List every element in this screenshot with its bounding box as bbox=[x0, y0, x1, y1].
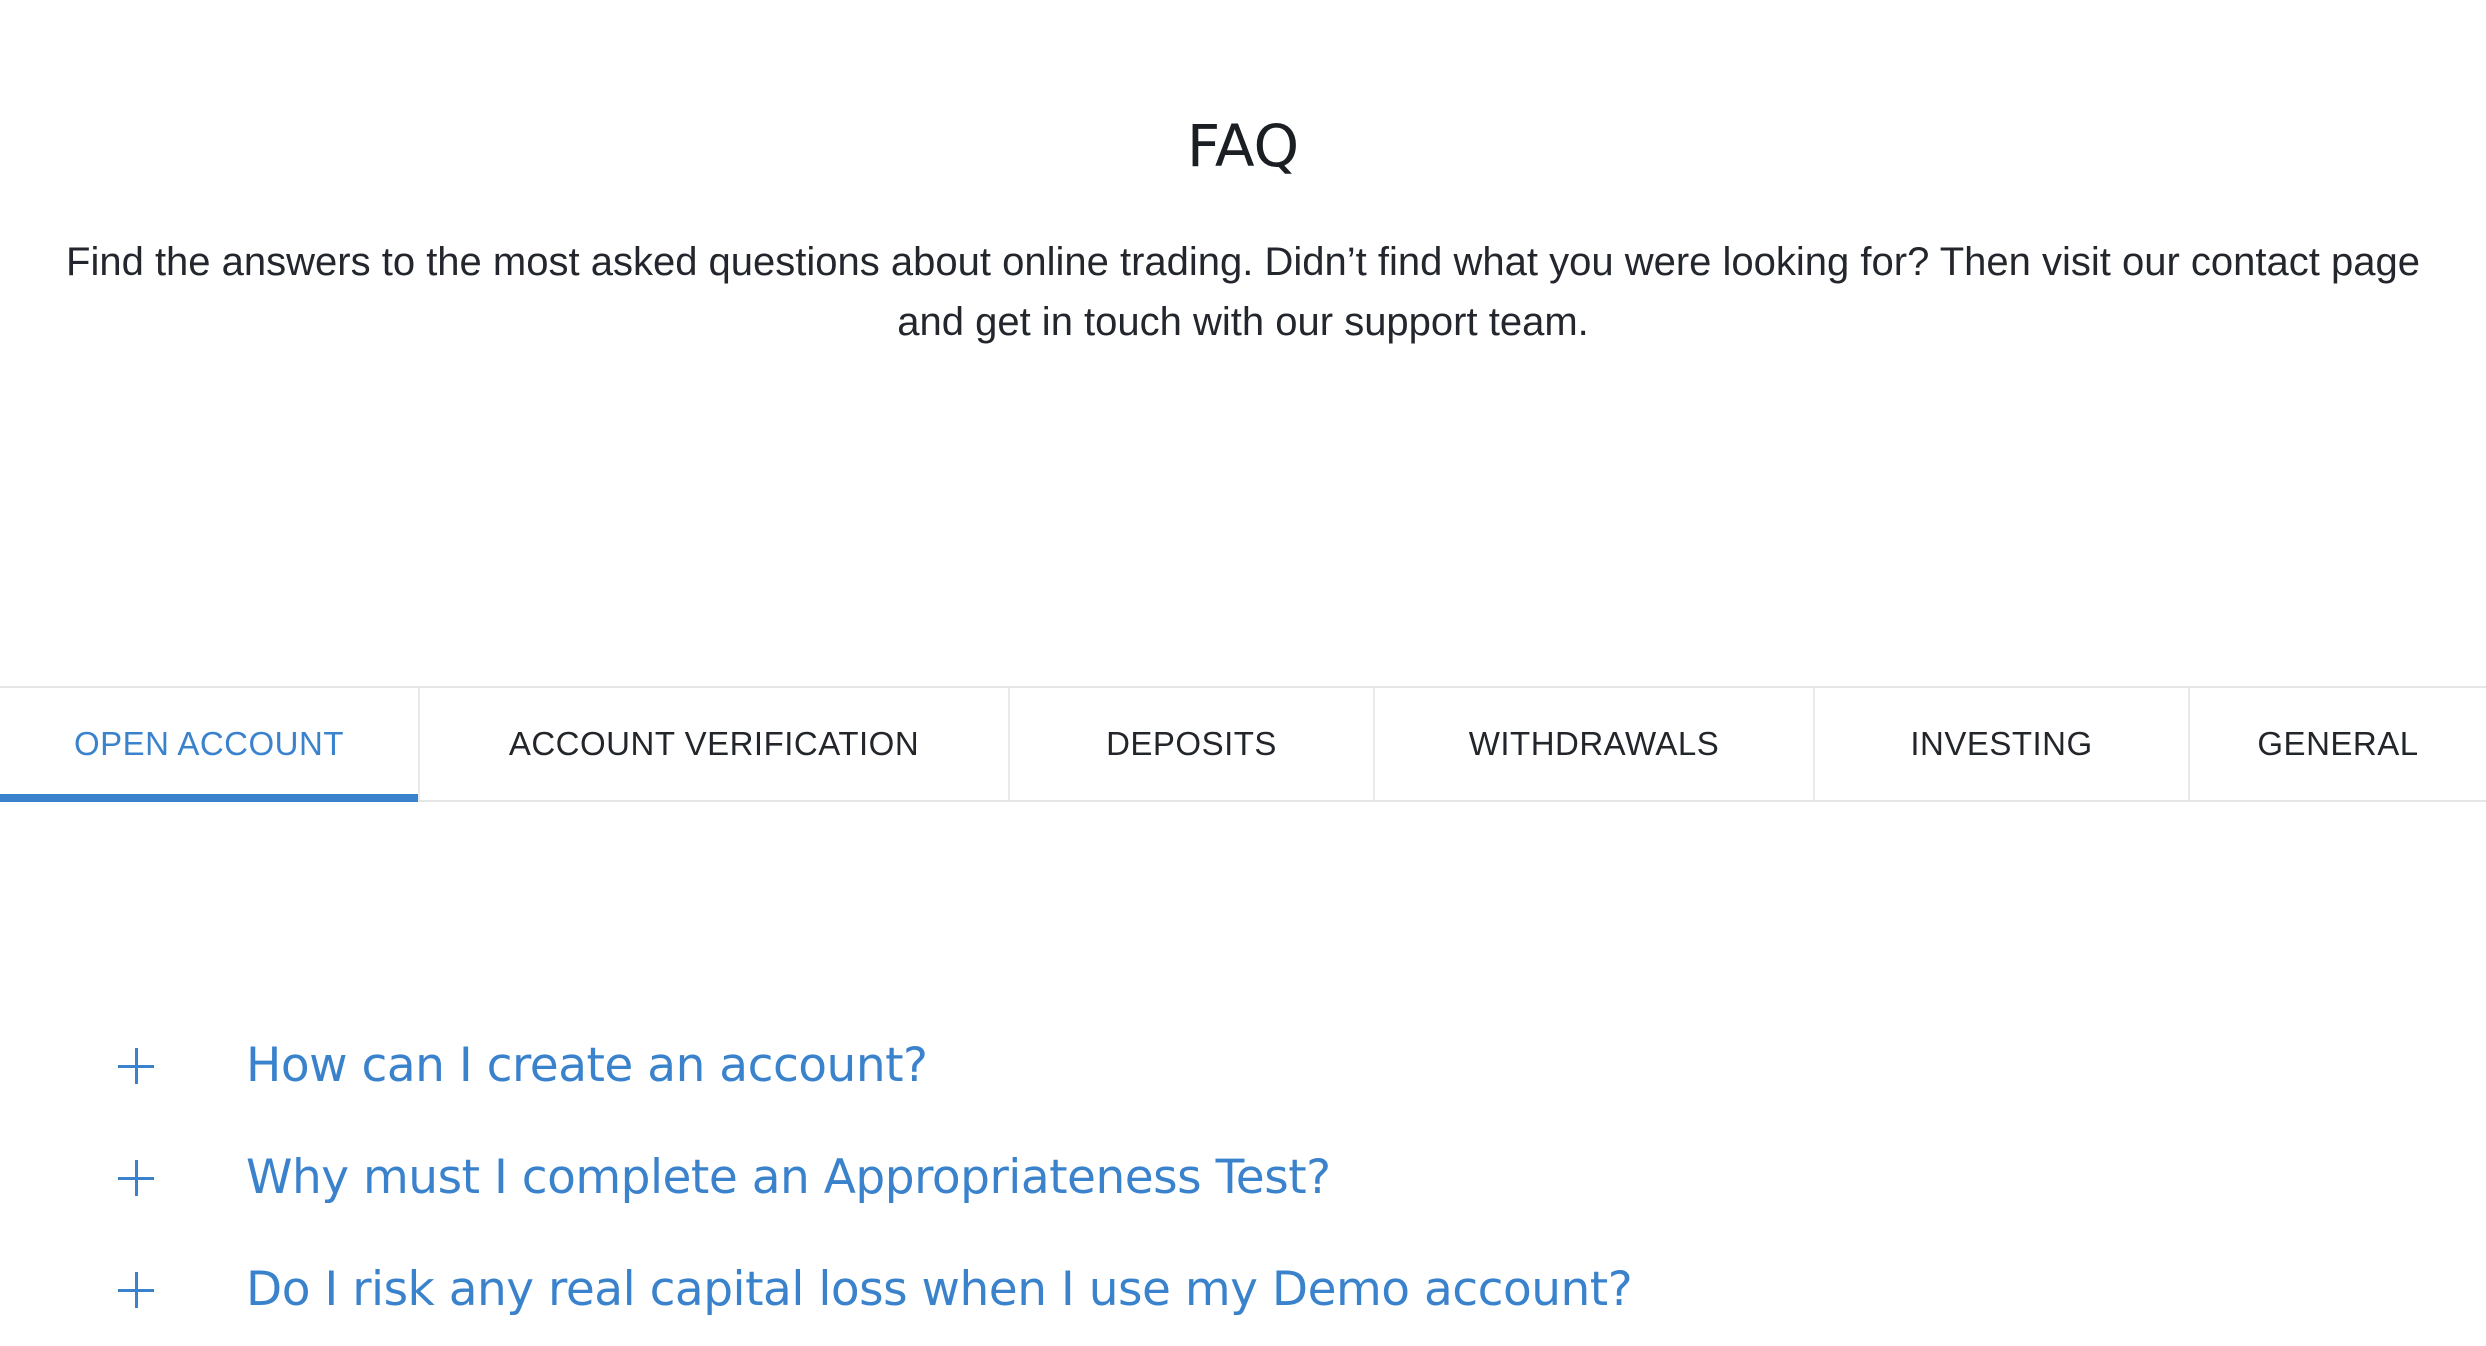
faq-question[interactable]: How can I create an account? bbox=[246, 1034, 928, 1098]
plus-icon[interactable] bbox=[118, 1272, 154, 1308]
tab-general[interactable]: GENERAL bbox=[2190, 688, 2486, 800]
faq-page: FAQ Find the answers to the most asked q… bbox=[0, 0, 2486, 1336]
page-title: FAQ bbox=[1186, 112, 1300, 180]
plus-icon[interactable] bbox=[118, 1048, 154, 1084]
tab-investing[interactable]: INVESTING bbox=[1815, 688, 2190, 800]
faq-item[interactable]: Why must I complete an Appropriateness T… bbox=[0, 1122, 2486, 1234]
tab-account-verification[interactable]: ACCOUNT VERIFICATION bbox=[420, 688, 1010, 800]
faq-intro-text: Find the answers to the most asked quest… bbox=[66, 240, 2420, 344]
faq-item[interactable]: How can I create an account? bbox=[0, 1010, 2486, 1122]
faq-question[interactable]: Do I risk any real capital loss when I u… bbox=[246, 1258, 1633, 1322]
tab-deposits[interactable]: DEPOSITS bbox=[1010, 688, 1375, 800]
faq-list: How can I create an account? Why must I … bbox=[0, 1010, 2486, 1346]
plus-icon[interactable] bbox=[118, 1160, 154, 1196]
faq-question[interactable]: Why must I complete an Appropriateness T… bbox=[246, 1146, 1331, 1210]
faq-category-tabs: OPEN ACCOUNT ACCOUNT VERIFICATION DEPOSI… bbox=[0, 686, 2486, 802]
tab-withdrawals[interactable]: WITHDRAWALS bbox=[1375, 688, 1815, 800]
tab-open-account[interactable]: OPEN ACCOUNT bbox=[0, 688, 420, 802]
faq-item[interactable]: Do I risk any real capital loss when I u… bbox=[0, 1234, 2486, 1346]
